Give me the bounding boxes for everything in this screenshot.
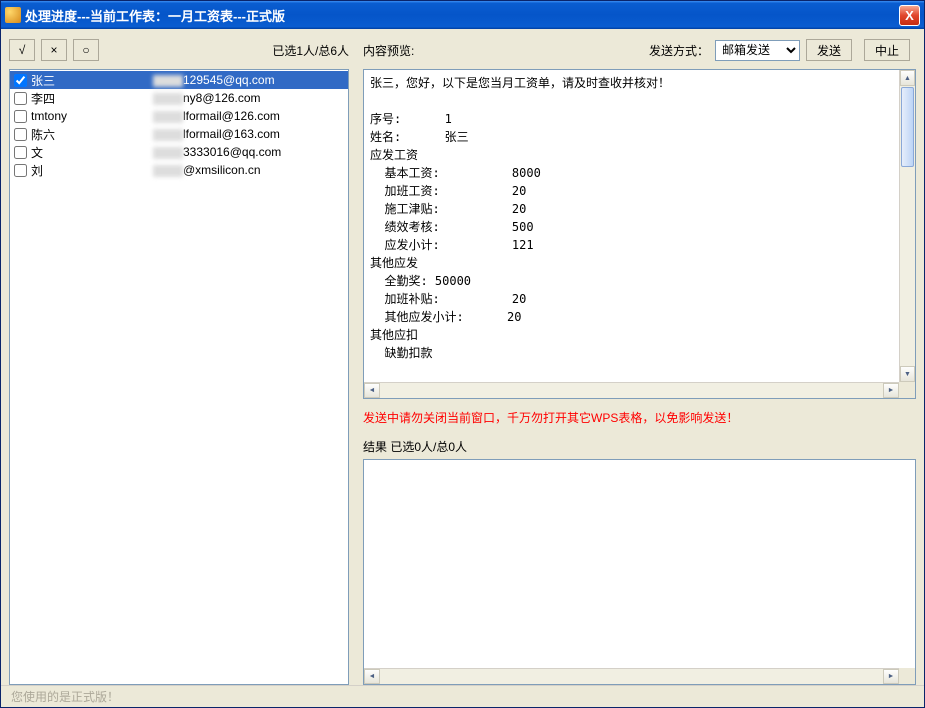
preview-hscrollbar[interactable]: ◄ ► xyxy=(364,382,899,398)
left-toolbar: √ × ○ 已选1人/总6人 xyxy=(9,37,349,63)
list-item[interactable]: 陈六lformail@163.com xyxy=(10,125,348,143)
app-icon xyxy=(5,7,21,23)
list-item-name: 刘 xyxy=(31,162,153,179)
scroll-down-icon[interactable]: ▼ xyxy=(900,366,915,382)
list-item-email: lformail@126.com xyxy=(153,109,344,123)
redacted-prefix xyxy=(153,111,183,123)
left-panel: √ × ○ 已选1人/总6人 张三129545@qq.com李四ny8@126.… xyxy=(9,37,349,685)
list-item-name: 文 xyxy=(31,144,153,161)
preview-label: 内容预览: xyxy=(363,42,414,59)
list-item-checkbox[interactable] xyxy=(14,110,27,123)
list-item[interactable]: 刘@xmsilicon.cn xyxy=(10,161,348,179)
list-item-email: ny8@126.com xyxy=(153,91,344,105)
scroll-thumb[interactable] xyxy=(901,87,914,167)
send-method-select[interactable]: 邮箱发送 xyxy=(715,40,800,61)
scroll-right-icon[interactable]: ► xyxy=(883,383,899,398)
redacted-prefix xyxy=(153,93,183,105)
window-title: 处理进度---当前工作表：一月工资表---正式版 xyxy=(25,6,899,25)
content-area: √ × ○ 已选1人/总6人 张三129545@qq.com李四ny8@126.… xyxy=(1,29,924,685)
list-item-checkbox[interactable] xyxy=(14,92,27,105)
list-item-email: @xmsilicon.cn xyxy=(153,163,344,177)
check-all-button[interactable]: √ xyxy=(9,39,35,61)
preview-box: 张三，您好，以下是您当月工资单，请及时查收并核对！ 序号: 1 姓名: 张三 应… xyxy=(363,69,916,399)
redacted-prefix xyxy=(153,129,183,141)
list-item[interactable]: 文3333016@qq.com xyxy=(10,143,348,161)
list-item-name: tmtony xyxy=(31,109,153,123)
preview-text[interactable]: 张三，您好，以下是您当月工资单，请及时查收并核对！ 序号: 1 姓名: 张三 应… xyxy=(364,70,899,382)
list-item-email: 129545@qq.com xyxy=(153,73,344,87)
list-item-name: 李四 xyxy=(31,90,153,107)
send-method-label: 发送方式： xyxy=(649,42,709,59)
list-item-name: 张三 xyxy=(31,72,153,89)
scroll-left-icon[interactable]: ◄ xyxy=(364,669,380,684)
redacted-prefix xyxy=(153,165,183,177)
recipient-list[interactable]: 张三129545@qq.com李四ny8@126.comtmtonylforma… xyxy=(9,69,349,685)
scroll-corner xyxy=(899,668,915,684)
list-item[interactable]: 张三129545@qq.com xyxy=(10,71,348,89)
list-item-checkbox[interactable] xyxy=(14,146,27,159)
list-item-email: 3333016@qq.com xyxy=(153,145,344,159)
preview-vscrollbar[interactable]: ▲ ▼ xyxy=(899,70,915,382)
scroll-up-icon[interactable]: ▲ xyxy=(900,70,915,86)
uncheck-all-button[interactable]: × xyxy=(41,39,67,61)
list-item-name: 陈六 xyxy=(31,126,153,143)
statusbar: 您使用的是正式版！ xyxy=(1,685,924,707)
invert-selection-button[interactable]: ○ xyxy=(73,39,99,61)
send-button[interactable]: 发送 xyxy=(806,39,852,61)
right-panel: 内容预览: 发送方式： 邮箱发送 发送 中止 张三，您好，以下是您当月工资单，请… xyxy=(363,37,916,685)
list-item-checkbox[interactable] xyxy=(14,74,27,87)
stop-button[interactable]: 中止 xyxy=(864,39,910,61)
result-label: 结果 已选0人/总0人 xyxy=(363,438,916,455)
redacted-prefix xyxy=(153,147,183,159)
list-item[interactable]: tmtonylformail@126.com xyxy=(10,107,348,125)
app-window: 处理进度---当前工作表：一月工资表---正式版 X √ × ○ 已选1人/总6… xyxy=(0,0,925,708)
warning-text: 发送中请勿关闭当前窗口，千万勿打开其它WPS表格，以免影响发送！ xyxy=(363,409,916,426)
result-hscrollbar[interactable]: ◄ ► xyxy=(364,668,899,684)
right-toolbar: 内容预览: 发送方式： 邮箱发送 发送 中止 xyxy=(363,37,916,63)
list-item-checkbox[interactable] xyxy=(14,128,27,141)
scroll-corner xyxy=(899,382,915,398)
close-button[interactable]: X xyxy=(899,5,920,26)
status-text: 您使用的是正式版！ xyxy=(11,688,119,705)
result-box: ◄ ► xyxy=(363,459,916,685)
redacted-prefix xyxy=(153,75,183,87)
list-item-email: lformail@163.com xyxy=(153,127,344,141)
selection-count: 已选1人/总6人 xyxy=(272,42,349,59)
scroll-right-icon[interactable]: ► xyxy=(883,669,899,684)
titlebar: 处理进度---当前工作表：一月工资表---正式版 X xyxy=(1,1,924,29)
scroll-left-icon[interactable]: ◄ xyxy=(364,383,380,398)
list-item[interactable]: 李四ny8@126.com xyxy=(10,89,348,107)
list-item-checkbox[interactable] xyxy=(14,164,27,177)
